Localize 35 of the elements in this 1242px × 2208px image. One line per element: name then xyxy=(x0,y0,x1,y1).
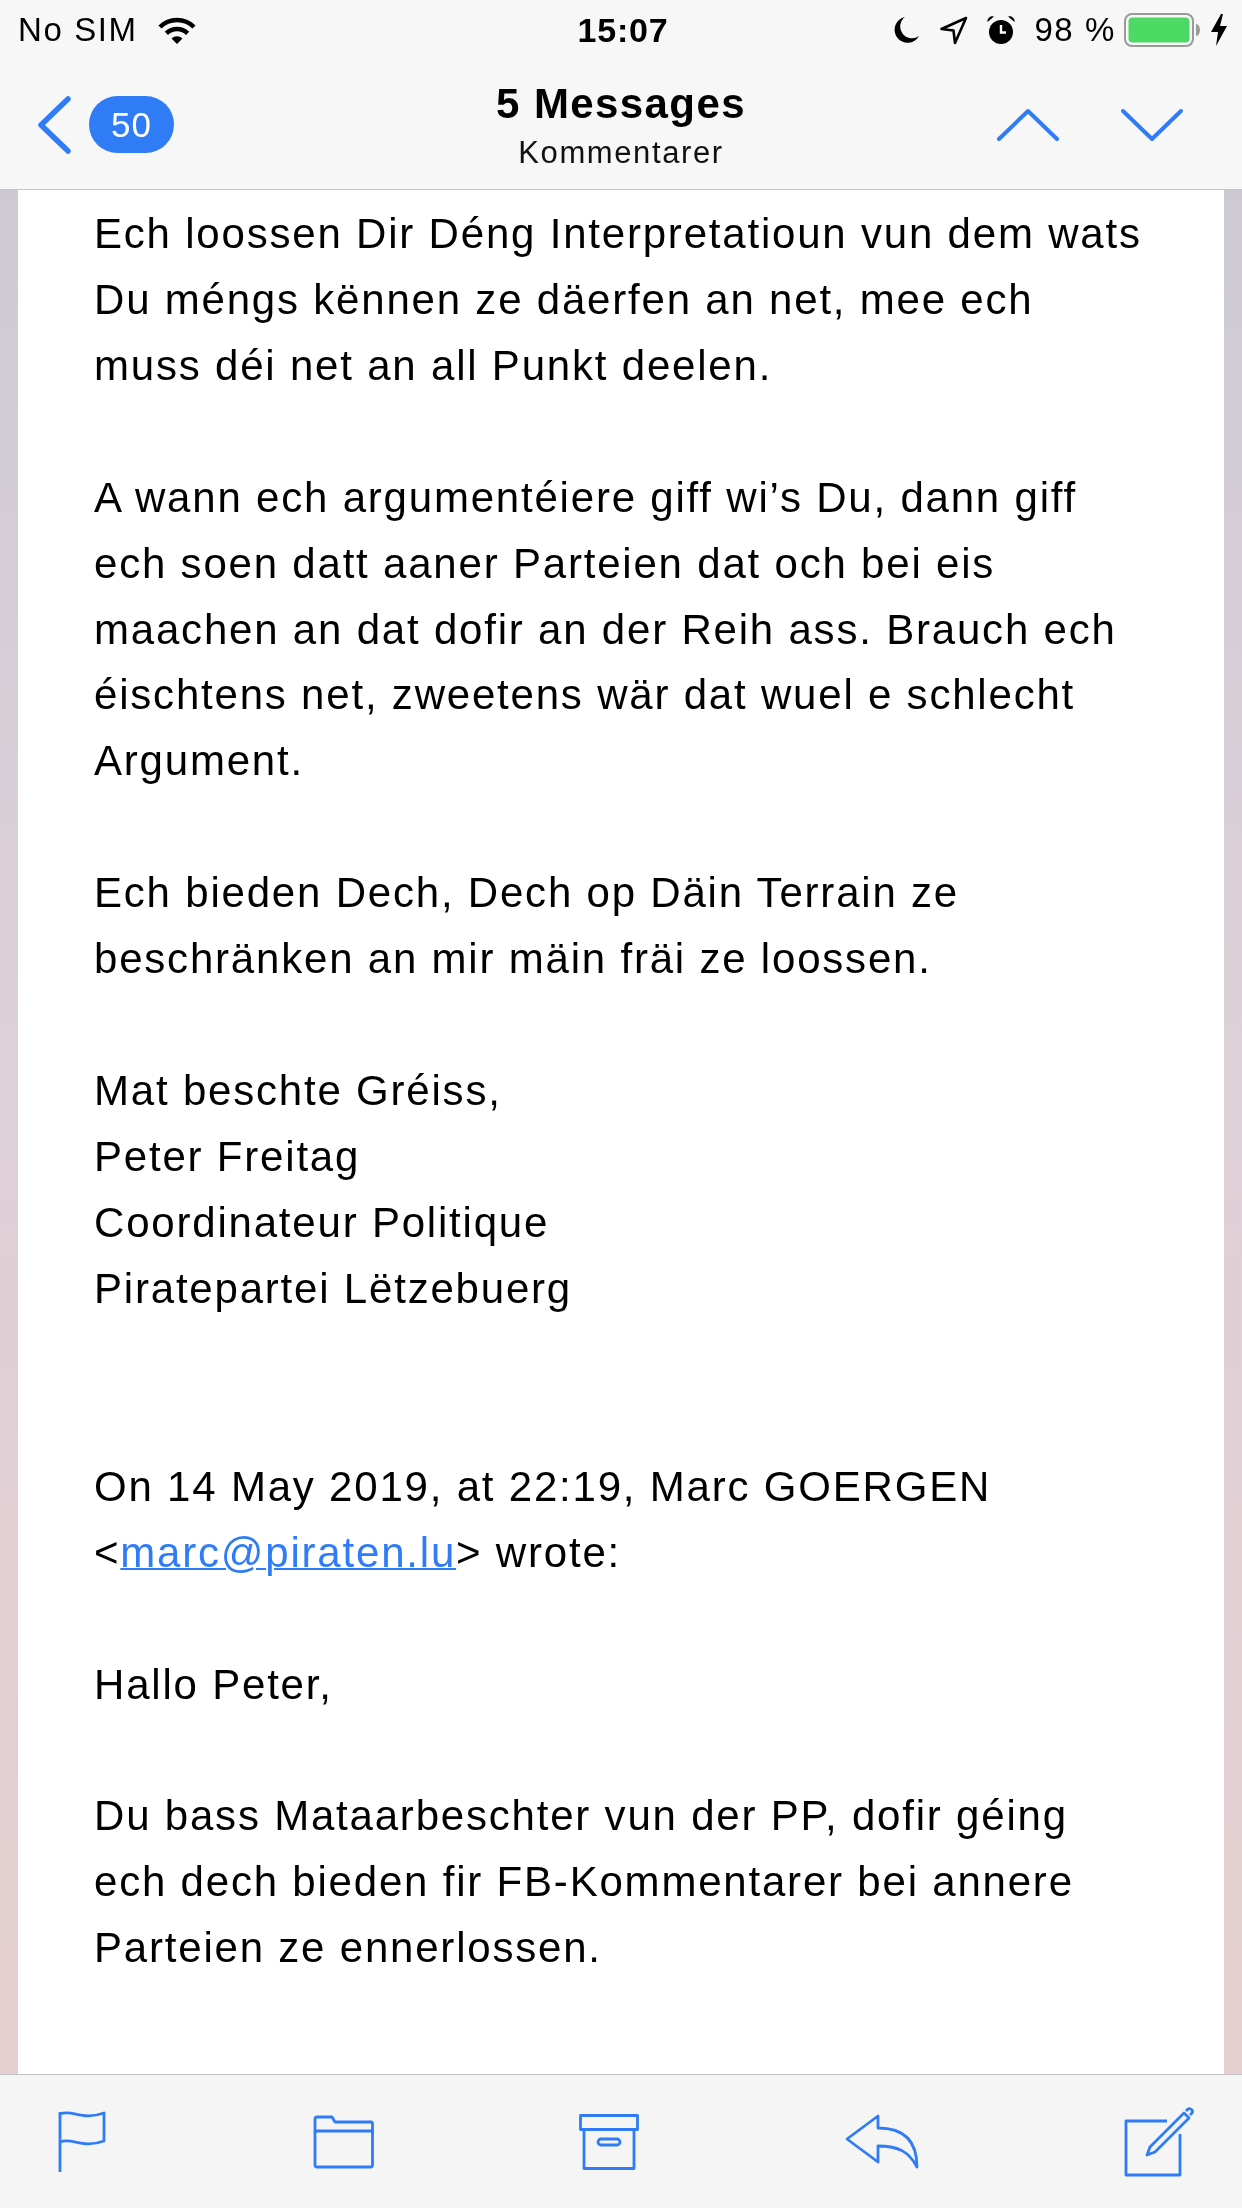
message-paragraph: Hallo Peter, xyxy=(94,1659,333,1710)
carrier-label: No SIM xyxy=(18,10,138,50)
folder-icon xyxy=(311,2114,374,2169)
flag-icon xyxy=(58,2110,106,2173)
reply-arrow-icon xyxy=(844,2113,919,2170)
signature-text: Mat beschte Gréiss, Peter Freitag Coordinateur Politique Piratepartei Lëtzebuerg xyxy=(94,1066,572,1314)
quoted-message-header: On 14 May 2019, at 22:19, Marc GOERGEN <marc@piraten.lu> wrote: xyxy=(94,1461,992,1578)
location-arrow-icon xyxy=(939,15,969,45)
back-chevron-icon xyxy=(36,95,72,154)
charging-bolt-icon xyxy=(1210,14,1228,46)
moon-icon xyxy=(893,16,920,44)
alarm-clock-icon xyxy=(986,15,1017,45)
back-button[interactable]: 50 xyxy=(36,95,174,154)
clock-time: 15:07 xyxy=(577,10,669,50)
thread-title: 5 Messages xyxy=(496,80,746,127)
compose-button[interactable] xyxy=(1124,2106,1194,2177)
reply-button[interactable] xyxy=(844,2113,919,2170)
message-paragraph: Du bass Mataarbeschter vun der PP, dofir géing ech dech bieden fir FB-Kommentarer bei annere Parteien ze ennerlossen. xyxy=(94,1791,1074,1974)
up-chevron-icon xyxy=(996,107,1060,142)
email-link[interactable]: marc@piraten.lu xyxy=(120,1528,457,1576)
previous-message-button[interactable] xyxy=(996,107,1060,142)
unread-count-badge: 50 xyxy=(89,96,174,153)
mailbox-subtitle: Kommentarer xyxy=(518,134,724,171)
flag-button[interactable] xyxy=(58,2110,106,2173)
battery-percentage: 98 % xyxy=(1034,10,1116,50)
down-chevron-icon xyxy=(1120,107,1184,142)
next-message-button[interactable] xyxy=(1120,107,1184,142)
archive-button[interactable] xyxy=(579,2113,639,2170)
archive-box-icon xyxy=(579,2113,639,2170)
message-paragraph: A wann ech argumentéiere giff wi’s Du, dann giff ech soen datt aaner Parteien dat och bei eis maachen an dat dofir an der Reih ass. Brauch ech éischtens net, zweetens wär dat wuel e schlecht Argument. xyxy=(94,472,1117,787)
compose-icon xyxy=(1124,2106,1194,2177)
battery-icon xyxy=(1124,13,1200,47)
move-to-folder-button[interactable] xyxy=(311,2114,374,2169)
message-paragraph: Ech loossen Dir Déng Interpretatioun vun dem wats Du méngs kënnen ze däerfen an net, mee ech muss déi net an all Punkt deelen. xyxy=(94,209,1142,391)
message-paragraph: Ech bieden Dech, Dech op Däin Terrain ze beschränken an mir mäin fräi ze loossen. xyxy=(94,868,960,985)
